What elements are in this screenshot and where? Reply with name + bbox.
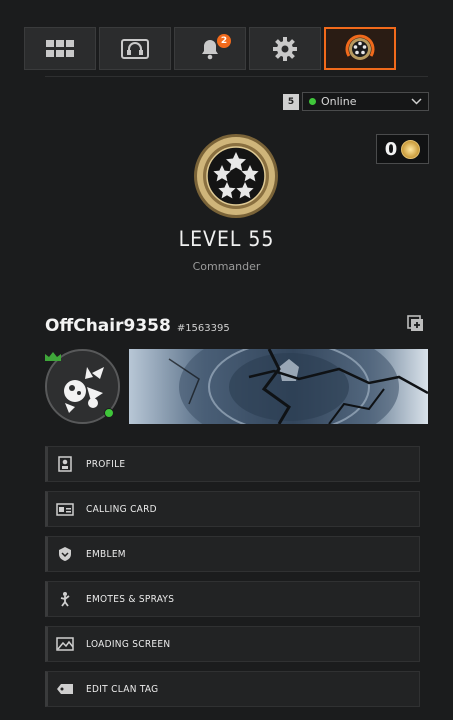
tab-notifications[interactable]: 2 [174, 27, 246, 70]
player-rank-title: Commander [192, 260, 261, 273]
menu-item-emotes-sprays[interactable]: EMOTES & SPRAYS [45, 581, 420, 617]
crown-icon [45, 352, 61, 361]
cod-points-value: 0 [384, 138, 398, 160]
menu-item-label: EDIT CLAN TAG [86, 683, 159, 695]
player-id: #1563395 [176, 323, 230, 334]
menu-item-loading-screen[interactable]: LOADING SCREEN [45, 626, 420, 662]
rank-emblem-icon [194, 134, 278, 218]
cod-points-balance[interactable]: 0 [376, 134, 429, 164]
menu-item-emblem[interactable]: EMBLEM [45, 536, 420, 572]
loading-screen-icon [56, 635, 74, 653]
avatar-online-dot [104, 408, 114, 418]
headset-icon [121, 38, 149, 59]
menu-item-label: EMBLEM [86, 548, 126, 560]
party-count-badge: 5 [283, 93, 299, 110]
online-status-dot [309, 98, 316, 105]
chevron-down-icon [411, 98, 422, 105]
profile-icon [56, 455, 74, 473]
menu-item-label: EMOTES & SPRAYS [86, 593, 175, 605]
gamertag: OffChair9358 [45, 316, 171, 336]
calling-card-icon [56, 500, 74, 518]
emblem-icon [56, 545, 74, 563]
cod-points-coin-icon [401, 139, 421, 159]
online-status-value: Online [321, 95, 357, 108]
profile-menu: PROFILE CALLING CARD EMBLEM EMOTES & SPR… [45, 446, 420, 716]
top-nav-bar: 2 [24, 27, 396, 70]
player-emblem-icon [345, 34, 375, 60]
player-level: LEVEL 55 [178, 227, 275, 251]
clan-tag-icon [56, 680, 74, 698]
status-row: 5 Online [283, 92, 429, 111]
tab-menu-grid[interactable] [24, 27, 96, 70]
menu-item-edit-clan-tag[interactable]: EDIT CLAN TAG [45, 671, 420, 707]
player-identity: OffChair9358 #1563395 [45, 316, 230, 336]
gear-icon [273, 36, 297, 61]
calling-card-banner[interactable] [129, 349, 428, 424]
emote-icon [56, 590, 74, 608]
rank-emblem [192, 132, 280, 220]
copy-id-icon[interactable] [407, 315, 425, 333]
online-status-dropdown[interactable]: Online [302, 92, 429, 111]
tab-social[interactable] [99, 27, 171, 70]
notification-count-badge: 2 [217, 34, 231, 48]
tab-settings[interactable] [249, 27, 321, 70]
menu-item-label: CALLING CARD [86, 503, 157, 515]
menu-item-label: LOADING SCREEN [86, 638, 171, 650]
calling-card-graphic [168, 349, 428, 424]
menu-item-profile[interactable]: PROFILE [45, 446, 420, 482]
menu-item-label: PROFILE [86, 458, 126, 470]
grid-icon [46, 39, 74, 57]
menu-item-calling-card[interactable]: CALLING CARD [45, 491, 420, 527]
top-divider [45, 76, 428, 77]
tab-player-profile[interactable] [324, 27, 396, 70]
